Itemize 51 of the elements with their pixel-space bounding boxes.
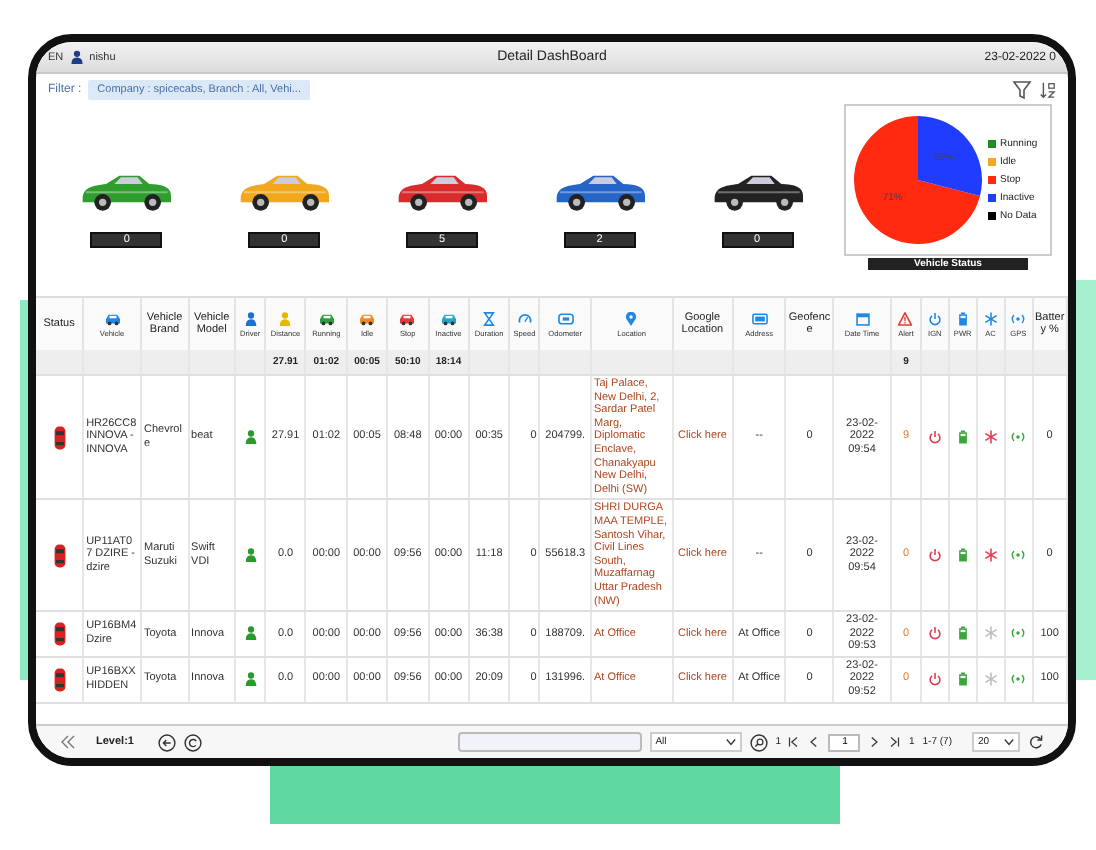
gauge-icon [517,311,532,325]
power-icon [927,672,942,687]
battery-icon [955,548,970,563]
signal-icon [1010,311,1027,325]
battery-icon [955,626,970,641]
car-icon [53,621,66,646]
person-icon [243,626,258,641]
warning-icon [898,311,913,325]
car-icon [53,543,66,568]
person-icon [243,430,258,445]
car-icon [317,311,336,325]
person-icon [243,311,258,325]
double-chevron-icon[interactable] [60,734,76,750]
car-icon [398,311,417,325]
search-icon[interactable] [749,733,768,751]
caret-icon [725,738,736,746]
person-icon [243,672,258,687]
battery-icon [955,430,970,445]
power-icon [927,548,942,563]
battery-icon [955,672,970,687]
last-page-icon[interactable] [888,736,901,748]
signal-icon [1010,626,1027,641]
signal-icon [1010,672,1027,687]
power-icon [927,430,942,445]
power-icon [927,626,942,641]
car-icon [439,311,458,325]
filter-icon[interactable] [1012,79,1032,99]
caret-icon [1004,738,1014,746]
next-page-icon[interactable] [868,736,881,748]
car-icon [103,311,122,325]
car-icon [53,667,66,692]
calendar-icon [855,311,869,325]
car-icon [358,311,376,325]
user-icon [69,50,84,64]
snowflake-icon [983,311,998,325]
sort-icon[interactable] [1038,79,1056,99]
power-icon [927,311,942,325]
person-icon [278,311,293,325]
battery-icon [955,311,970,325]
odometer-icon [557,311,574,325]
location-pin-icon [624,311,639,325]
first-page-icon[interactable] [788,736,801,748]
hourglass-icon [482,311,497,325]
address-card-icon [751,311,768,325]
person-icon [243,548,258,563]
back-arrow-icon[interactable] [157,733,176,751]
signal-icon [1010,548,1027,563]
car-icon [53,425,66,450]
signal-icon [1010,430,1027,445]
previous-page-icon[interactable] [808,736,821,748]
search-field[interactable] [457,732,642,752]
